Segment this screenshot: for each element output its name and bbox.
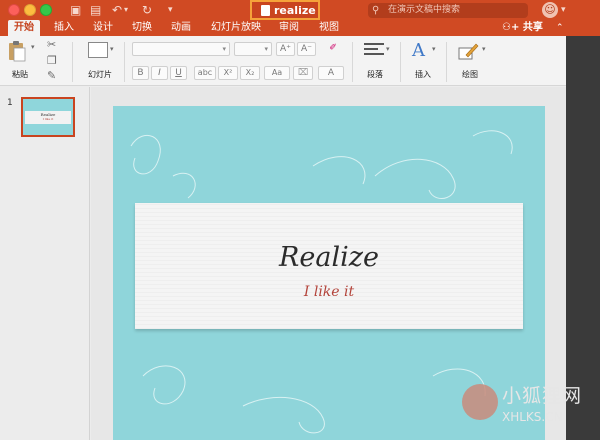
increase-font-size-icon[interactable]: A⁺: [276, 42, 295, 56]
bold-button[interactable]: B: [132, 66, 149, 80]
slide-thumbnail[interactable]: Realize I like it: [21, 97, 75, 137]
watermark: 小狐狸网 XHLKS.CN: [462, 380, 600, 440]
tab-design[interactable]: 设计: [87, 20, 119, 36]
title-paper-strip: Realize I like it: [135, 203, 523, 329]
watermark-text-en: XHLKS.CN: [502, 410, 563, 424]
watermark-text-cn: 小狐狸网: [502, 385, 583, 407]
decrease-font-size-icon[interactable]: A⁻: [297, 42, 316, 56]
minimize-window-button[interactable]: [24, 4, 36, 16]
superscript-button[interactable]: X²: [218, 66, 238, 80]
search-box[interactable]: ⚲: [368, 3, 528, 18]
sidebar-toggle-icon[interactable]: ▣: [70, 2, 81, 18]
slide-thumbnail-pane: 1 Realize I like it: [0, 87, 90, 440]
change-case-button[interactable]: Aa: [264, 66, 290, 80]
italic-button[interactable]: I: [151, 66, 168, 80]
font-size-select[interactable]: ▾: [234, 42, 272, 56]
insert-text-icon[interactable]: A: [412, 40, 432, 62]
undo-dropdown-icon[interactable]: ▾: [124, 2, 128, 18]
redo-icon[interactable]: ↻: [142, 2, 152, 18]
copy-icon[interactable]: ❐: [47, 54, 57, 68]
share-button[interactable]: ⚇+ 共享: [502, 20, 543, 36]
tab-view[interactable]: 视图: [313, 20, 345, 36]
ribbon-home: ▾ 粘贴 ✂ ❐ ✎ ▾ 幻灯片 ▾ ▾ A⁺ A⁻ ✐ B I U abc X…: [0, 36, 566, 86]
title-bar: ▣ ▤ ↶ ▾ ↻ ▾ realize ⚲ ☺ ▾: [0, 0, 600, 20]
drawing-shapes-icon[interactable]: [458, 42, 480, 60]
paste-clipboard-icon[interactable]: [8, 40, 26, 62]
new-slide-dropdown-icon[interactable]: ▾: [110, 42, 114, 56]
close-window-button[interactable]: [8, 4, 20, 16]
slide-subtitle[interactable]: I like it: [135, 283, 523, 301]
fox-logo-icon: [462, 384, 498, 420]
insert-dropdown-icon[interactable]: ▾: [432, 42, 436, 56]
draw-label: 绘图: [462, 70, 478, 79]
add-person-icon: ⚇+: [502, 22, 520, 33]
subscript-button[interactable]: X₂: [240, 66, 260, 80]
customize-toolbar-icon[interactable]: ▾: [168, 2, 173, 18]
ribbon-divider: [446, 42, 447, 82]
slide-title[interactable]: Realize: [135, 241, 523, 275]
cut-icon[interactable]: ✂: [47, 38, 56, 52]
ribbon-divider: [72, 42, 73, 82]
tab-insert[interactable]: 插入: [48, 20, 80, 36]
paragraph-label: 段落: [367, 70, 383, 79]
document-title: realize: [274, 4, 316, 17]
thumbnail-subtitle: I like it: [42, 117, 54, 121]
paragraph-icon[interactable]: [364, 42, 384, 58]
insert-label: 插入: [415, 70, 431, 79]
paragraph-dropdown-icon[interactable]: ▾: [386, 42, 390, 56]
save-icon[interactable]: ▤: [90, 2, 101, 18]
presentation-file-icon: [261, 5, 270, 16]
chevron-down-icon: ▾: [222, 45, 226, 53]
ribbon-divider: [352, 42, 353, 82]
strikethrough-button[interactable]: abc: [194, 66, 216, 80]
slide-number: 1: [7, 98, 13, 108]
share-label: 共享: [522, 22, 543, 33]
text-highlight-button[interactable]: ⌧: [293, 66, 313, 80]
tab-home[interactable]: 开始: [8, 20, 40, 36]
tab-slideshow[interactable]: 幻灯片放映: [205, 20, 267, 36]
draw-dropdown-icon[interactable]: ▾: [482, 42, 486, 56]
zoom-window-button[interactable]: [40, 4, 52, 16]
undo-icon[interactable]: ↶: [112, 2, 122, 18]
tab-transitions[interactable]: 切换: [126, 20, 158, 36]
font-color-button[interactable]: A: [318, 66, 344, 80]
document-title-box: realize: [250, 0, 320, 20]
search-input[interactable]: [388, 3, 524, 18]
collapse-ribbon-icon[interactable]: ⌃: [556, 20, 564, 36]
paste-dropdown-icon[interactable]: ▾: [31, 40, 35, 54]
underline-button[interactable]: U: [170, 66, 187, 80]
feedback-smiley-icon[interactable]: ☺: [542, 2, 558, 18]
tab-review[interactable]: 审阅: [273, 20, 305, 36]
thumbnail-title-band: Realize I like it: [25, 111, 71, 124]
clear-formatting-icon[interactable]: ✐: [322, 42, 344, 56]
paste-label: 粘贴: [12, 70, 28, 79]
font-family-select[interactable]: ▾: [132, 42, 230, 56]
chevron-down-icon: ▾: [264, 45, 268, 53]
feedback-dropdown-icon[interactable]: ▾: [561, 2, 566, 18]
ribbon-divider: [400, 42, 401, 82]
new-slide-icon[interactable]: [88, 42, 108, 58]
tab-animations[interactable]: 动画: [165, 20, 197, 36]
slide-label: 幻灯片: [88, 70, 112, 79]
format-painter-icon[interactable]: ✎: [47, 69, 56, 83]
ribbon-tab-bar: 开始 插入 设计 切换 动画 幻灯片放映 审阅 视图 ⚇+ 共享 ⌃: [0, 20, 600, 36]
ribbon-divider: [124, 42, 125, 82]
search-icon: ⚲: [372, 5, 380, 16]
